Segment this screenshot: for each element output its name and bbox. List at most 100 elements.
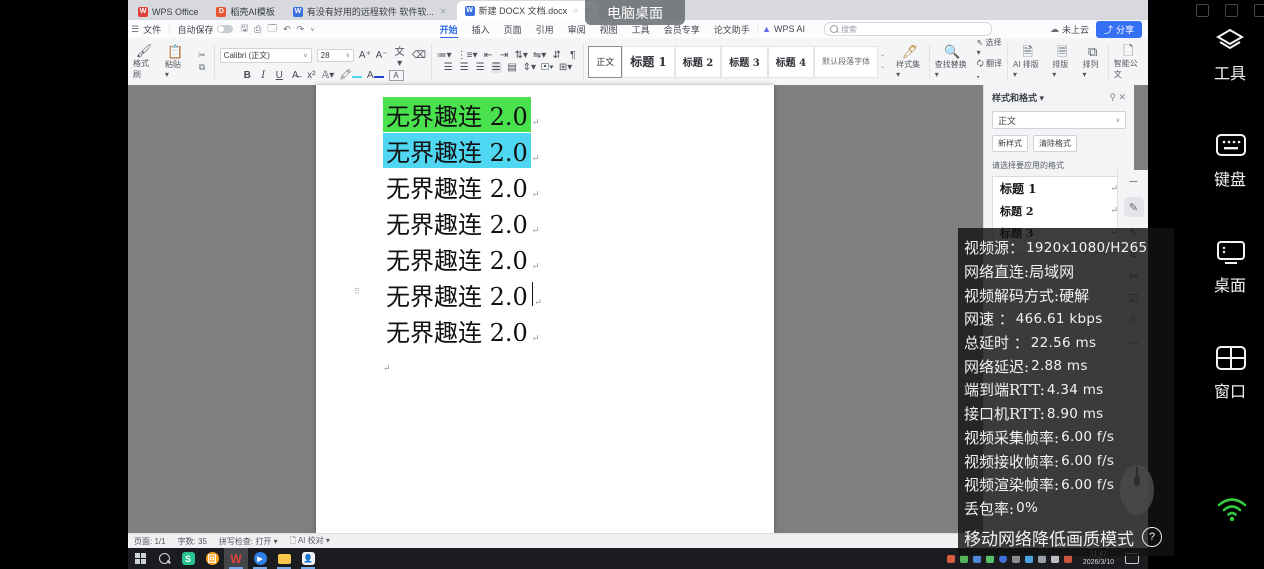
strikethrough-button[interactable]: A̶ (290, 70, 301, 81)
collapse-panel-icon[interactable]: ─ (1130, 176, 1138, 188)
ai-proofread[interactable]: 🗋 AI 校对 ▾ (290, 535, 330, 549)
superscript-button[interactable]: x² (306, 70, 317, 81)
edit-pen-icon[interactable]: ✎ (1124, 197, 1144, 217)
format-painter-button[interactable]: 🖌 格式刷 (128, 38, 160, 85)
align-center-button[interactable]: ☰ (459, 62, 470, 73)
smart-doc-button[interactable]: 🗋 智能公文 (1109, 38, 1148, 85)
gallery-scroll-up-icon[interactable]: ⌃ (880, 54, 885, 61)
justify-button[interactable]: ☰ (491, 62, 502, 73)
taskbar-app-orange[interactable]: 回 (200, 548, 224, 569)
taskbar-search-button[interactable] (152, 548, 176, 569)
number-list-button[interactable]: ⋮≡▾ (457, 50, 478, 61)
sidebar-item-keyboard[interactable]: 键盘 (1196, 134, 1264, 190)
shading-button[interactable]: 🞔▾ (541, 62, 554, 73)
share-button[interactable]: ⤴ 分享 (1096, 21, 1142, 38)
style-list-item[interactable]: 标题 2↵ (993, 200, 1125, 222)
doc-line-2[interactable]: 无界趣连 2.0 ↵ (383, 132, 774, 168)
doc-empty-paragraph[interactable]: ↵ (383, 348, 774, 378)
save-icon[interactable]: 🖫 (237, 21, 251, 37)
font-size-select[interactable]: 28 ∨ (317, 49, 354, 62)
style-set-button[interactable]: 🖊 样式集 ▾ (891, 38, 929, 85)
style-normal[interactable]: 正文 (588, 46, 622, 78)
undo-icon[interactable]: ↶ (280, 24, 294, 35)
ribbon-tab-page[interactable]: 页面 (497, 23, 529, 36)
char-effects-button[interactable]: 𝔸▾ (322, 70, 334, 81)
sidebar-item-tools[interactable]: 工具 (1196, 28, 1264, 84)
clear-format-button[interactable]: 清除格式 (1033, 135, 1077, 152)
taskbar-app-player[interactable]: ▶ (248, 548, 272, 569)
show-marks-button[interactable]: ¶ (567, 50, 578, 61)
remote-action-icon[interactable] (1196, 4, 1209, 17)
style-heading2[interactable]: 标题 2 (675, 46, 721, 78)
taskbar-app-wps-active[interactable]: W (224, 548, 248, 569)
style-heading3[interactable]: 标题 3 (721, 46, 767, 78)
tray-icon[interactable] (947, 555, 955, 563)
tab-docer-templates[interactable]: D 稻壳AI模板 (208, 3, 283, 20)
indent-button[interactable]: ⇥ (499, 50, 510, 61)
ribbon-tab-home[interactable]: 开始 (433, 23, 465, 36)
document-page[interactable]: 无界趣连 2.0 ↵ 无界趣连 2.0 ↵ 无界趣连 2.0 ↵ 无界趣连 2.… (316, 85, 774, 533)
current-style-select[interactable]: 正文 ∨ (992, 111, 1126, 129)
bullet-list-button[interactable]: ≔▾ (437, 50, 452, 61)
cut-icon[interactable]: ✂ (195, 50, 209, 61)
file-menu[interactable]: 文件 (142, 23, 168, 36)
align-left-button[interactable]: ☰ (443, 62, 454, 73)
decrease-font-button[interactable]: A⁻ (376, 50, 388, 61)
help-icon[interactable]: ? (1142, 527, 1162, 547)
style-list-item[interactable]: 标题 1↵ (993, 177, 1125, 200)
remote-action-icon[interactable] (1254, 4, 1264, 17)
close-icon[interactable]: ✕ (1118, 92, 1126, 102)
ribbon-tab-paper-helper[interactable]: 论文助手 (707, 23, 757, 36)
sidebar-item-windows[interactable]: 窗口 (1196, 346, 1264, 402)
gallery-scroll-down-icon[interactable]: ⌄ (880, 63, 885, 70)
increase-font-button[interactable]: A⁺ (359, 50, 371, 61)
border-button[interactable]: ⊞▾ (559, 62, 572, 73)
new-style-button[interactable]: 新样式 (992, 135, 1028, 152)
outdent-button[interactable]: ⇤ (483, 50, 494, 61)
style-heading1[interactable]: 标题 1 (622, 46, 675, 78)
underline-button[interactable]: U (274, 70, 285, 81)
clear-format-button[interactable]: ⌫ (412, 50, 426, 61)
sort-button[interactable]: ⇵ (551, 50, 562, 61)
text-direction-button[interactable]: ⇅▾ (515, 50, 528, 61)
copy-icon[interactable]: ⧉ (196, 62, 208, 73)
italic-button[interactable]: I (258, 70, 269, 81)
more-chevron-icon[interactable]: ∨ (307, 26, 317, 33)
line-spacing-button[interactable]: ⇕▾ (523, 62, 536, 73)
pin-icon[interactable]: ⚲ (1109, 92, 1116, 102)
taskbar-app-person[interactable]: 👤 (296, 548, 320, 569)
tab-close-icon[interactable]: ✕ (440, 7, 447, 16)
doc-line-6[interactable]: 无界趣连 2.0 ↵ (383, 276, 774, 312)
distribute-button[interactable]: ▤ (507, 62, 518, 73)
start-button[interactable] (128, 548, 152, 569)
char-scale-button[interactable]: ⇋▾ (533, 50, 546, 61)
preview-icon[interactable]: 🗔 (264, 21, 280, 37)
print-icon[interactable]: ⎙ (251, 24, 264, 35)
sidebar-item-desktop[interactable]: 桌面 (1196, 240, 1264, 296)
spellcheck-status[interactable]: 拼写检查: 打开 ▾ (219, 536, 278, 547)
char-border-button[interactable]: A (389, 70, 404, 81)
align-right-button[interactable]: ☰ (475, 62, 486, 73)
taskbar-file-explorer[interactable] (272, 548, 296, 569)
doc-line-7[interactable]: 无界趣连 2.0 ↵ (383, 312, 774, 348)
word-count[interactable]: 字数: 35 (178, 536, 207, 547)
layout-button[interactable]: 🗏 排版 ▾ (1047, 38, 1077, 85)
quality-mode-row[interactable]: 移动网络降低画质模式 ? (964, 522, 1174, 552)
arrange-button[interactable]: ⧉ 排列 ▾ (1078, 38, 1108, 85)
virtual-mouse-icon[interactable] (1114, 462, 1160, 523)
style-heading4[interactable]: 标题 4 (768, 46, 814, 78)
doc-line-4[interactable]: 无界趣连 2.0 ↵ (383, 204, 774, 240)
tab-wps-office[interactable]: W WPS Office (130, 3, 206, 20)
bold-button[interactable]: B (242, 70, 253, 81)
ribbon-tab-insert[interactable]: 插入 (465, 23, 497, 36)
paste-button[interactable]: 📋 粘贴 ▾ (160, 38, 190, 85)
doc-line-3[interactable]: 无界趣连 2.0 ↵ (383, 168, 774, 204)
autosave-toggle[interactable] (217, 25, 233, 33)
highlight-color-button[interactable]: 🖍 (339, 70, 362, 81)
doc-line-5[interactable]: 无界趣连 2.0 ↵ (383, 240, 774, 276)
search-input[interactable]: 搜索 (824, 22, 992, 36)
taskbar-app-security[interactable]: S (176, 548, 200, 569)
translate-button[interactable]: 🗘 翻译 ▾ (977, 58, 1005, 86)
font-name-select[interactable]: Calibri (正文) ∨ (220, 48, 312, 63)
redo-icon[interactable]: ↷ (294, 24, 308, 35)
